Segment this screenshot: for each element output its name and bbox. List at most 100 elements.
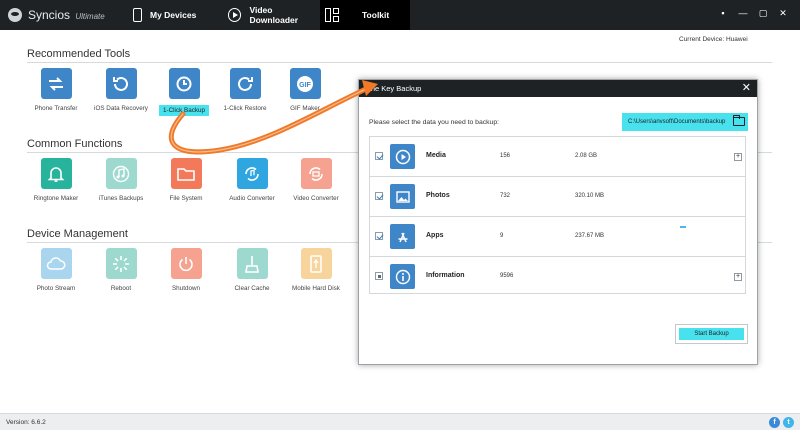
tool-label: Ringtone Maker <box>33 195 79 202</box>
tool-ringtone-maker[interactable]: Ringtone Maker <box>25 158 87 202</box>
tool-label: Phone Transfer <box>34 105 78 112</box>
maximize-button[interactable]: ▢ <box>758 8 768 18</box>
close-button[interactable]: ✕ <box>778 8 788 18</box>
tab-toolkit-label: Toolkit <box>362 10 390 20</box>
power-icon <box>170 248 202 279</box>
tool-label: Shutdown <box>171 285 200 292</box>
app-edition: Ultimate <box>75 12 105 21</box>
apps-checkbox[interactable] <box>375 232 383 240</box>
one-key-backup-dialog: One Key Backup ✕ Please select the data … <box>358 79 758 365</box>
app-name: Syncios Ultimate <box>28 8 105 22</box>
information-icon <box>390 264 415 289</box>
syncios-logo-icon <box>8 8 22 22</box>
tool-shutdown[interactable]: Shutdown <box>155 248 217 292</box>
tool-label: Photo Stream <box>36 285 76 292</box>
reboot-icon <box>105 248 137 279</box>
recommended-tools-title: Recommended Tools <box>27 48 131 60</box>
dialog-close-button[interactable]: ✕ <box>742 80 751 97</box>
tool-ios-data-recovery[interactable]: iOS Data Recovery <box>90 68 152 112</box>
menu-button[interactable]: ▪ <box>718 8 728 18</box>
tool-label: Audio Converter <box>229 195 275 202</box>
minimize-button[interactable]: — <box>738 8 748 18</box>
row-name: Information <box>426 272 465 279</box>
title-bar: Syncios Ultimate My Devices Video Downlo… <box>0 0 800 30</box>
backup-path-field[interactable]: C:\Users\anvsoft\Documents\backup <box>622 113 748 131</box>
row-count: 732 <box>500 193 511 199</box>
tool-label: 1-Click Backup <box>159 105 209 116</box>
tool-1-click-restore[interactable]: 1-Click Restore <box>214 68 276 112</box>
selection-marker <box>680 226 686 228</box>
tab-video-downloader-label: Video Downloader <box>249 5 299 25</box>
backup-path-text: C:\Users\anvsoft\Documents\backup <box>628 119 726 125</box>
expand-button[interactable]: + <box>734 273 742 281</box>
table-row: Media 156 2.08 GB + <box>370 137 745 177</box>
photos-checkbox[interactable] <box>375 192 383 200</box>
tool-file-system[interactable]: File System <box>155 158 217 202</box>
media-checkbox[interactable] <box>375 152 383 160</box>
tool-1-click-backup[interactable]: 1-Click Backup <box>153 68 215 117</box>
transfer-arrows-icon <box>40 68 72 99</box>
start-backup-button[interactable]: Start Backup <box>675 324 748 344</box>
expand-button[interactable]: + <box>734 153 742 161</box>
row-size: 320.10 MB <box>575 193 605 199</box>
folder-icon <box>170 158 202 189</box>
tool-audio-converter[interactable]: Audio Converter <box>221 158 283 202</box>
restore-icon <box>229 68 261 99</box>
recovery-icon <box>105 68 137 99</box>
tool-photo-stream[interactable]: Photo Stream <box>25 248 87 292</box>
table-row: Information 9596 + <box>370 257 745 297</box>
tab-my-devices-label: My Devices <box>150 10 197 20</box>
row-count: 9 <box>500 233 504 239</box>
current-device-label: Current Device: Huawei <box>679 36 748 43</box>
bell-icon <box>40 158 72 189</box>
broom-icon <box>236 248 268 279</box>
tool-video-converter[interactable]: Video Converter <box>285 158 347 202</box>
apps-store-icon <box>390 224 415 249</box>
information-checkbox[interactable] <box>375 272 383 280</box>
app-name-text: Syncios <box>28 8 71 22</box>
tab-video-downloader[interactable]: Video Downloader <box>228 0 320 30</box>
tool-label: File System <box>169 195 203 202</box>
start-backup-label: Start Backup <box>679 328 744 340</box>
music-note-icon <box>105 158 137 189</box>
facebook-icon[interactable]: f <box>769 417 780 428</box>
table-row: Apps 9 237.67 MB <box>370 217 745 257</box>
backup-prompt: Please select the data you need to backu… <box>369 119 499 126</box>
row-size: 237.67 MB <box>575 233 605 239</box>
status-bar: Version: 6.6.2 f t <box>0 413 800 430</box>
tool-clear-cache[interactable]: Clear Cache <box>221 248 283 292</box>
phone-icon <box>133 8 142 22</box>
row-name: Media <box>426 152 446 159</box>
tool-label: iOS Data Recovery <box>94 105 148 112</box>
device-management-title: Device Management <box>27 228 128 240</box>
version-label: Version: 6.6.2 <box>6 419 46 426</box>
tool-label: Mobile Hard Disk <box>292 285 340 292</box>
backup-data-table: Media 156 2.08 GB + Photos 732 320.10 MB… <box>369 136 746 294</box>
row-name: Apps <box>426 232 444 239</box>
table-row: Photos 732 320.10 MB <box>370 177 745 217</box>
tool-label: 1-Click Restore <box>223 105 267 112</box>
tool-mobile-hard-disk[interactable]: Mobile Hard Disk <box>285 248 347 292</box>
row-size: 2.08 GB <box>575 153 598 159</box>
video-convert-icon <box>300 158 332 189</box>
tool-phone-transfer[interactable]: Phone Transfer <box>25 68 87 112</box>
play-icon <box>228 8 242 22</box>
backup-clock-icon <box>168 68 200 99</box>
media-play-icon <box>390 144 415 169</box>
cloud-icon <box>40 248 72 279</box>
photos-image-icon <box>390 184 415 209</box>
tool-gif-maker[interactable]: GIF GIF Maker <box>274 68 336 112</box>
tool-label: GIF Maker <box>290 105 320 112</box>
tool-itunes-backups[interactable]: iTunes Backups <box>90 158 152 202</box>
toolkit-icon <box>325 8 340 22</box>
section-divider <box>27 62 772 63</box>
folder-browse-icon[interactable] <box>732 115 745 126</box>
tool-reboot[interactable]: Reboot <box>90 248 152 292</box>
tab-toolkit[interactable]: Toolkit <box>320 0 410 30</box>
audio-convert-icon <box>236 158 268 189</box>
twitter-icon[interactable]: t <box>783 417 794 428</box>
tab-my-devices[interactable]: My Devices <box>133 0 225 30</box>
gif-icon: GIF <box>289 68 321 99</box>
svg-text:GIF: GIF <box>299 82 311 89</box>
row-count: 156 <box>500 153 511 159</box>
